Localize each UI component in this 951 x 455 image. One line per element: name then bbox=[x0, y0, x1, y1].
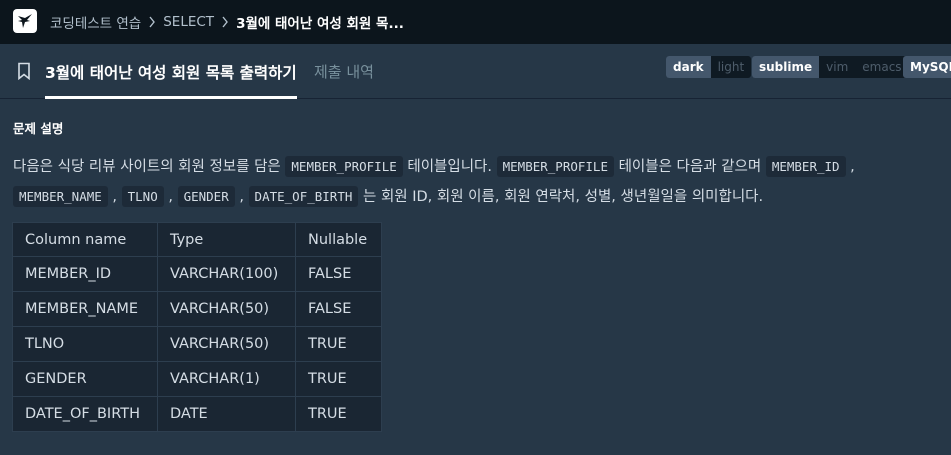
keymap-option-emacs[interactable]: emacs bbox=[855, 56, 908, 78]
code-member-profile: MEMBER_PROFILE bbox=[496, 156, 614, 177]
table-cell: MEMBER_NAME bbox=[12, 291, 158, 327]
problem-description: 다음은 식당 리뷰 사이트의 회원 정보를 담은 MEMBER_PROFILE … bbox=[13, 152, 943, 212]
tab-problem[interactable]: 3월에 태어난 여성 회원 목록 출력하기 bbox=[45, 44, 297, 99]
table-cell: VARCHAR(50) bbox=[157, 326, 296, 362]
theme-toggle: dark light bbox=[666, 56, 752, 78]
active-tab-indicator bbox=[45, 96, 297, 99]
code-member-id: MEMBER_ID bbox=[765, 156, 846, 177]
table-cell: DATE bbox=[157, 396, 296, 432]
programmers-logo-icon[interactable] bbox=[13, 9, 37, 33]
keymap-option-vim[interactable]: vim bbox=[819, 56, 855, 78]
code-tlno: TLNO bbox=[121, 186, 164, 207]
theme-option-dark[interactable]: dark bbox=[666, 56, 711, 78]
theme-option-light[interactable]: light bbox=[711, 56, 752, 78]
column-header: Column name bbox=[12, 222, 158, 257]
table-cell: GENDER bbox=[12, 361, 158, 397]
table-cell: DATE_OF_BIRTH bbox=[12, 396, 158, 432]
breadcrumb-item-current: 3월에 태어난 여성 회원 목... bbox=[236, 16, 404, 32]
table-row: MEMBER_ID VARCHAR(100) FALSE bbox=[12, 256, 382, 292]
section-title: 문제 설명 bbox=[13, 121, 64, 136]
table-cell: FALSE bbox=[295, 256, 382, 292]
table-cell: TLNO bbox=[12, 326, 158, 362]
language-selector: MySQL bbox=[903, 56, 951, 78]
code-member-name: MEMBER_NAME bbox=[13, 186, 108, 207]
tab-submissions[interactable]: 제출 내역 bbox=[314, 44, 374, 99]
chevron-right-icon bbox=[145, 15, 159, 29]
table-cell: FALSE bbox=[295, 291, 382, 327]
language-option-mysql[interactable]: MySQL bbox=[903, 56, 951, 78]
breadcrumb: 코딩테스트 연습 SELECT 3월에 태어난 여성 회원 목... bbox=[50, 0, 404, 44]
code-gender: GENDER bbox=[177, 186, 235, 207]
breadcrumb-item-coding-test[interactable]: 코딩테스트 연습 bbox=[50, 12, 141, 32]
breadcrumb-item-select[interactable]: SELECT bbox=[163, 14, 214, 30]
column-header: Nullable bbox=[295, 222, 382, 257]
table-cell: TRUE bbox=[295, 361, 382, 397]
bookmark-icon[interactable] bbox=[16, 62, 32, 81]
code-member-profile: MEMBER_PROFILE bbox=[285, 156, 403, 177]
table-cell: VARCHAR(100) bbox=[157, 256, 296, 292]
table-row: DATE_OF_BIRTH DATE TRUE bbox=[12, 396, 382, 432]
table-row: MEMBER_NAME VARCHAR(50) FALSE bbox=[12, 291, 382, 327]
table-cell: TRUE bbox=[295, 326, 382, 362]
code-date-of-birth: DATE_OF_BIRTH bbox=[248, 186, 359, 207]
table-header-row: Column name Type Nullable bbox=[12, 222, 382, 257]
keymap-option-sublime[interactable]: sublime bbox=[752, 56, 820, 78]
table-cell: VARCHAR(1) bbox=[157, 361, 296, 397]
table-cell: MEMBER_ID bbox=[12, 256, 158, 292]
table-row: TLNO VARCHAR(50) TRUE bbox=[12, 326, 382, 362]
table-cell: TRUE bbox=[295, 396, 382, 432]
top-navigation-bar: 코딩테스트 연습 SELECT 3월에 태어난 여성 회원 목... bbox=[0, 0, 951, 44]
table-cell: VARCHAR(50) bbox=[157, 291, 296, 327]
editor-keymap-toggle: sublime vim emacs bbox=[752, 56, 909, 78]
column-header: Type bbox=[157, 222, 296, 257]
table-row: GENDER VARCHAR(1) TRUE bbox=[12, 361, 382, 397]
schema-table: Column name Type Nullable MEMBER_ID VARC… bbox=[12, 222, 382, 432]
chevron-right-icon bbox=[218, 15, 232, 29]
